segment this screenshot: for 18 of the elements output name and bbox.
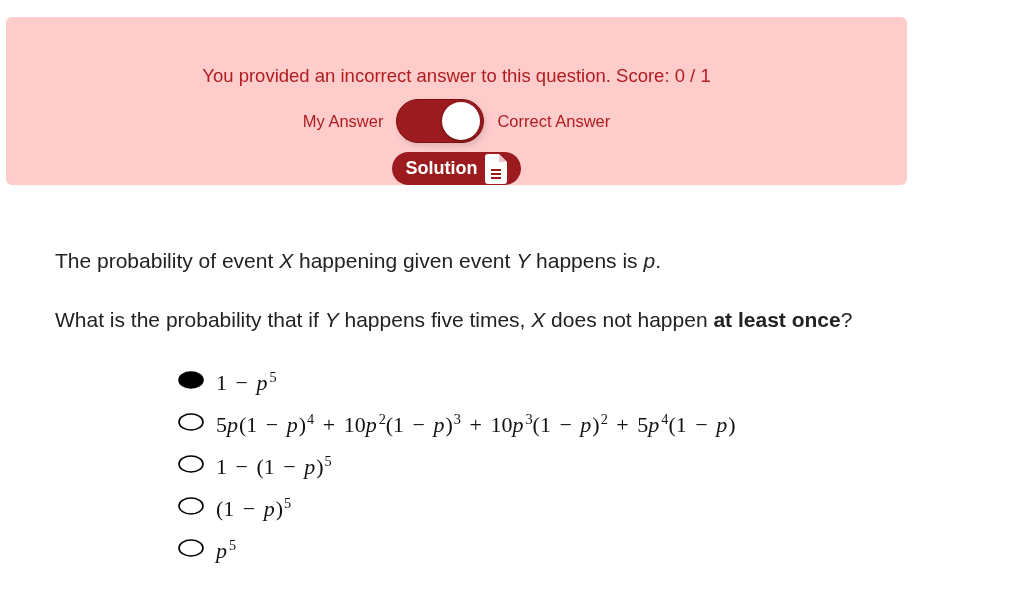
answer-option[interactable]: (1 − p)$^{5}$ [216, 487, 292, 525]
feedback-message: You provided an incorrect answer to this question. Score: 0 / 1 [202, 64, 711, 87]
toggle-label: My Answer [302, 111, 384, 131]
radio-icon[interactable] [178, 455, 204, 473]
radio-icon[interactable] [178, 539, 204, 557]
radio-icon[interactable] [178, 497, 204, 515]
question-text: The probability of event X happening given event Y happens is p. [55, 248, 662, 274]
radio-selected-icon[interactable] [178, 371, 204, 389]
radio-icon[interactable] [178, 413, 204, 431]
document-icon [485, 153, 508, 184]
answer-option[interactable]: 1 − p$^{5}$ [216, 361, 277, 399]
answer-option[interactable]: p$^{5}$ [216, 529, 237, 567]
answer-option[interactable]: 1 − (1 − p)$^{5}$ [216, 445, 332, 483]
question-text: What is the probability that if Y happens five times, X does not happen at least once? [55, 307, 854, 333]
answer-option[interactable]: 5p(1 − p)$^{4}$ + 10p$^{2}$(1 − p)$^{3}$ + 10p$^{3}$(1 − p)$^{2}$ + 5p$^{4}$(1 − p) [216, 403, 736, 441]
toggle-switch[interactable] [396, 99, 485, 143]
solution-button[interactable]: Solution [391, 152, 522, 185]
toggle-label: Correct Answer [497, 111, 611, 131]
